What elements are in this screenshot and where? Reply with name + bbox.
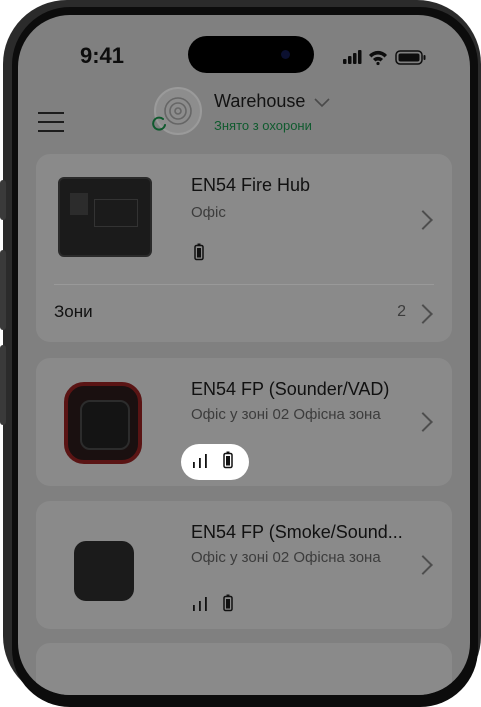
battery-icon <box>194 243 204 261</box>
hub-name-text: Warehouse <box>214 91 306 111</box>
hub-status: Знято з охорони <box>214 118 312 133</box>
chevron-right-icon[interactable] <box>413 304 433 324</box>
signal-strength-icon <box>193 597 207 611</box>
zones-count: 2 <box>397 303 406 320</box>
sounder-vad-image <box>64 382 142 464</box>
device-name: EN54 FP (Sounder/VAD) <box>191 379 390 399</box>
device-card-partial[interactable] <box>36 643 452 695</box>
hub-name[interactable]: Warehouse <box>214 91 331 112</box>
signal-strength-icon <box>193 454 207 468</box>
battery-icon <box>223 451 233 469</box>
chevron-right-icon <box>413 412 433 432</box>
phone-side-button <box>0 250 6 330</box>
dynamic-island <box>188 36 314 73</box>
status-time: 9:41 <box>80 43 125 68</box>
card-divider <box>54 284 434 285</box>
chevron-right-icon <box>413 210 433 230</box>
device-card-smoke-sounder[interactable]: EN54 FP (Smoke/Sound... Офіс у зоні 02 О… <box>36 501 452 629</box>
camera-icon <box>281 50 290 59</box>
app-screen: 9:41 Warehouse Знято з охорони EN54 Fire… <box>18 15 470 695</box>
device-name: EN54 Fire Hub <box>191 175 311 195</box>
app-header: Warehouse Знято з охорони <box>18 75 470 150</box>
chevron-right-icon <box>413 555 433 575</box>
wifi-icon <box>369 50 387 66</box>
battery-icon <box>223 594 233 612</box>
device-location: Офіс у зоні 02 Офісна зона <box>191 406 381 423</box>
zones-label[interactable]: Зони <box>54 302 93 322</box>
status-icons <box>343 50 426 66</box>
device-location: Офіс у зоні 02 Офісна зона <box>191 549 381 566</box>
status-bar: 9:41 <box>18 15 470 75</box>
device-card-sounder-vad[interactable]: EN54 FP (Sounder/VAD) Офіс у зоні 02 Офі… <box>36 358 452 486</box>
device-location: Офіс <box>191 204 226 221</box>
chevron-down-icon <box>314 98 330 108</box>
battery-icon <box>395 50 426 65</box>
smoke-sounder-image <box>74 541 134 601</box>
phone-side-button <box>0 180 6 220</box>
phone-side-button <box>0 345 6 425</box>
device-name: EN54 FP (Smoke/Sound... <box>191 522 403 542</box>
menu-button[interactable] <box>38 112 64 139</box>
cellular-signal-icon <box>343 50 362 64</box>
device-card-fire-hub[interactable]: EN54 Fire Hub Офіс Зони 2 <box>36 154 452 342</box>
fire-hub-image <box>58 177 152 257</box>
sync-icon <box>152 116 166 131</box>
